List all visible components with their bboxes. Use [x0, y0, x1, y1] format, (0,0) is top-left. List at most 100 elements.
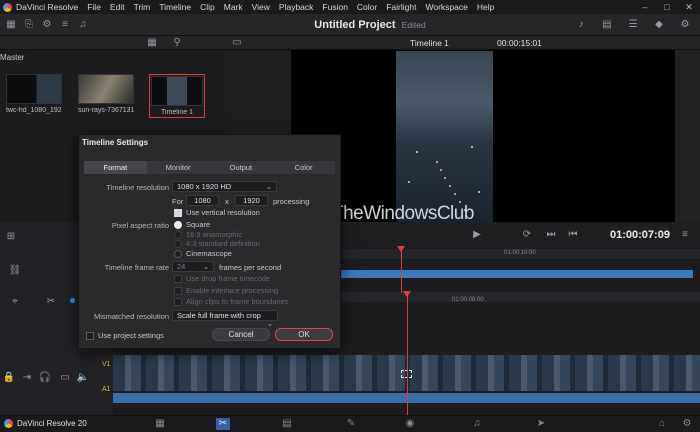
project-manager-icon[interactable]: ⌂ — [655, 418, 669, 430]
dialog-title: Timeline Settings — [82, 138, 149, 147]
media-page-icon[interactable]: ▦ — [153, 418, 167, 430]
menu-clip[interactable]: Clip — [200, 2, 215, 12]
viewer-layout-icon[interactable]: ▭ — [230, 36, 244, 50]
processing-label: processing — [273, 197, 310, 206]
audio-track-icon[interactable]: 🎧 — [38, 371, 52, 385]
dialog-tabs: Format Monitor Output Color — [84, 161, 335, 174]
tab-monitor[interactable]: Monitor — [147, 161, 210, 174]
par-cinemascope-row[interactable]: Cinemascope — [174, 249, 232, 258]
interlace-checkbox — [174, 286, 182, 295]
menu-trim[interactable]: Trim — [134, 2, 151, 12]
menu-mark[interactable]: Mark — [224, 2, 243, 12]
keyframes-icon[interactable]: ◆ — [652, 18, 666, 32]
menu-file[interactable]: File — [87, 2, 101, 12]
timeline-view-icon[interactable]: ⊞ — [4, 230, 18, 244]
master-bin-label[interactable]: Master — [0, 53, 24, 62]
menu-edit[interactable]: Edit — [110, 2, 125, 12]
par-anamorphic-radio — [174, 230, 182, 239]
timeline-menu-icon[interactable]: ≡ — [678, 228, 692, 242]
deliver-page-icon[interactable]: ➤ — [534, 418, 548, 430]
next-frame-icon[interactable]: ⏭ — [544, 228, 558, 242]
use-project-label: Use project settings — [98, 331, 164, 340]
menu-fairlight[interactable]: Fairlight — [386, 2, 416, 12]
chevron-down-icon: ⌄ — [265, 182, 272, 191]
lower-ruler[interactable] — [341, 292, 700, 302]
settings-icon[interactable]: ⚙ — [678, 18, 692, 32]
height-input[interactable]: 1920 — [235, 195, 268, 206]
ok-button[interactable]: OK — [275, 328, 333, 341]
mismatched-dropdown[interactable]: Scale full frame with crop ⌄ — [172, 310, 278, 328]
lock-track-icon[interactable]: 🔒 — [2, 371, 16, 385]
speaker-icon[interactable]: 🔈 — [76, 371, 90, 385]
tab-format[interactable]: Format — [84, 161, 147, 174]
width-input[interactable]: 1080 — [186, 195, 219, 206]
timeline-resolution-value: 1080 x 1920 HD — [177, 182, 232, 191]
media-clip[interactable]: twc-hd_1080_192... — [6, 74, 62, 114]
metadata-icon[interactable]: ▤ — [600, 18, 614, 32]
window-controls: – □ ✕ — [634, 0, 700, 14]
par-standard-label: 4:3 standard definition — [186, 239, 260, 248]
menu-help[interactable]: Help — [477, 2, 494, 12]
media-clip-selected[interactable]: Timeline 1 — [149, 74, 205, 118]
use-project-row[interactable]: Use project settings — [86, 331, 164, 340]
edit-index-icon[interactable]: ≡ — [58, 18, 72, 32]
upper-ruler-label: 01:00:10:00 — [504, 250, 536, 256]
inspector-icon[interactable]: ☰ — [626, 18, 640, 32]
par-square-row[interactable]: Square — [174, 220, 210, 229]
project-status: Edited — [401, 20, 426, 30]
minimize-icon[interactable]: – — [634, 2, 656, 12]
previous-frame-icon[interactable]: ⏮ — [566, 228, 580, 242]
cut-page-icon[interactable]: ✂ — [216, 418, 230, 430]
close-icon[interactable]: ✕ — [678, 2, 700, 13]
fusion-page-icon[interactable]: ✎ — [344, 418, 358, 430]
blade-icon[interactable]: ✂ — [44, 295, 58, 309]
par-cinemascope-radio[interactable] — [174, 249, 182, 258]
use-vertical-label: Use vertical resolution — [186, 208, 260, 217]
fairlight-page-icon[interactable]: ♫ — [470, 418, 484, 430]
effects-icon[interactable]: ⚙ — [40, 18, 54, 32]
color-page-icon[interactable]: ◉ — [403, 418, 417, 430]
timeline-resolution-dropdown[interactable]: 1080 x 1920 HD ⌄ — [172, 181, 277, 192]
link-icon[interactable]: ⛓ — [8, 264, 22, 278]
frame-rate-value: 24 — [177, 262, 186, 271]
use-project-checkbox[interactable] — [86, 331, 94, 340]
tab-output[interactable]: Output — [210, 161, 273, 174]
use-vertical-checkbox[interactable] — [174, 208, 182, 217]
brand-name: DaVinci Resolve 20 — [17, 419, 87, 428]
cancel-button[interactable]: Cancel — [212, 328, 270, 341]
tab-color[interactable]: Color — [272, 161, 335, 174]
loop-icon[interactable]: ⟳ — [520, 228, 534, 242]
maximize-icon[interactable]: □ — [656, 2, 678, 12]
par-square-radio[interactable] — [174, 220, 182, 229]
project-settings-icon[interactable]: ⚙ — [680, 418, 694, 430]
menu-fusion[interactable]: Fusion — [322, 2, 348, 12]
track-a1-label: A1 — [102, 386, 111, 393]
search-icon[interactable]: ⚲ — [170, 36, 184, 50]
video-toggle-icon[interactable]: ▭ — [58, 371, 72, 385]
mixer-icon[interactable]: ♪ — [574, 18, 588, 32]
menu-timeline[interactable]: Timeline — [159, 2, 191, 12]
viewer-timeline-name[interactable]: Timeline 1 — [410, 36, 449, 50]
clip-thumbnail — [6, 74, 62, 104]
use-vertical-row[interactable]: Use vertical resolution — [174, 208, 260, 217]
play-icon[interactable]: ▶ — [470, 228, 484, 242]
media-clip[interactable]: sun-rays-7367131... — [78, 74, 134, 114]
drop-frame-label: Use drop frame timecode — [186, 274, 271, 283]
menu-playback[interactable]: Playback — [279, 2, 314, 12]
viewer-side-panel — [675, 50, 700, 222]
menu-color[interactable]: Color — [357, 2, 377, 12]
mismatched-label: Mismatched resolution — [93, 312, 169, 321]
view-options-icon[interactable]: ▦ — [145, 36, 159, 50]
auto-select-icon[interactable]: ⇥ — [20, 371, 34, 385]
sync-bin-icon[interactable]: ⎘ — [22, 18, 36, 32]
snapping-icon[interactable]: ⌖ — [8, 295, 22, 309]
edit-page-icon[interactable]: ▤ — [280, 418, 294, 430]
upper-playhead[interactable] — [401, 250, 402, 293]
menu-workspace[interactable]: Workspace — [425, 2, 467, 12]
sound-library-icon[interactable]: ♫ — [76, 18, 90, 32]
menu-view[interactable]: View — [252, 2, 270, 12]
par-cinemascope-label: Cinemascope — [186, 249, 232, 258]
upper-track-clip[interactable] — [341, 270, 693, 278]
lower-playhead[interactable] — [407, 295, 408, 415]
media-pool-toggle-icon[interactable]: ▦ — [4, 18, 18, 32]
